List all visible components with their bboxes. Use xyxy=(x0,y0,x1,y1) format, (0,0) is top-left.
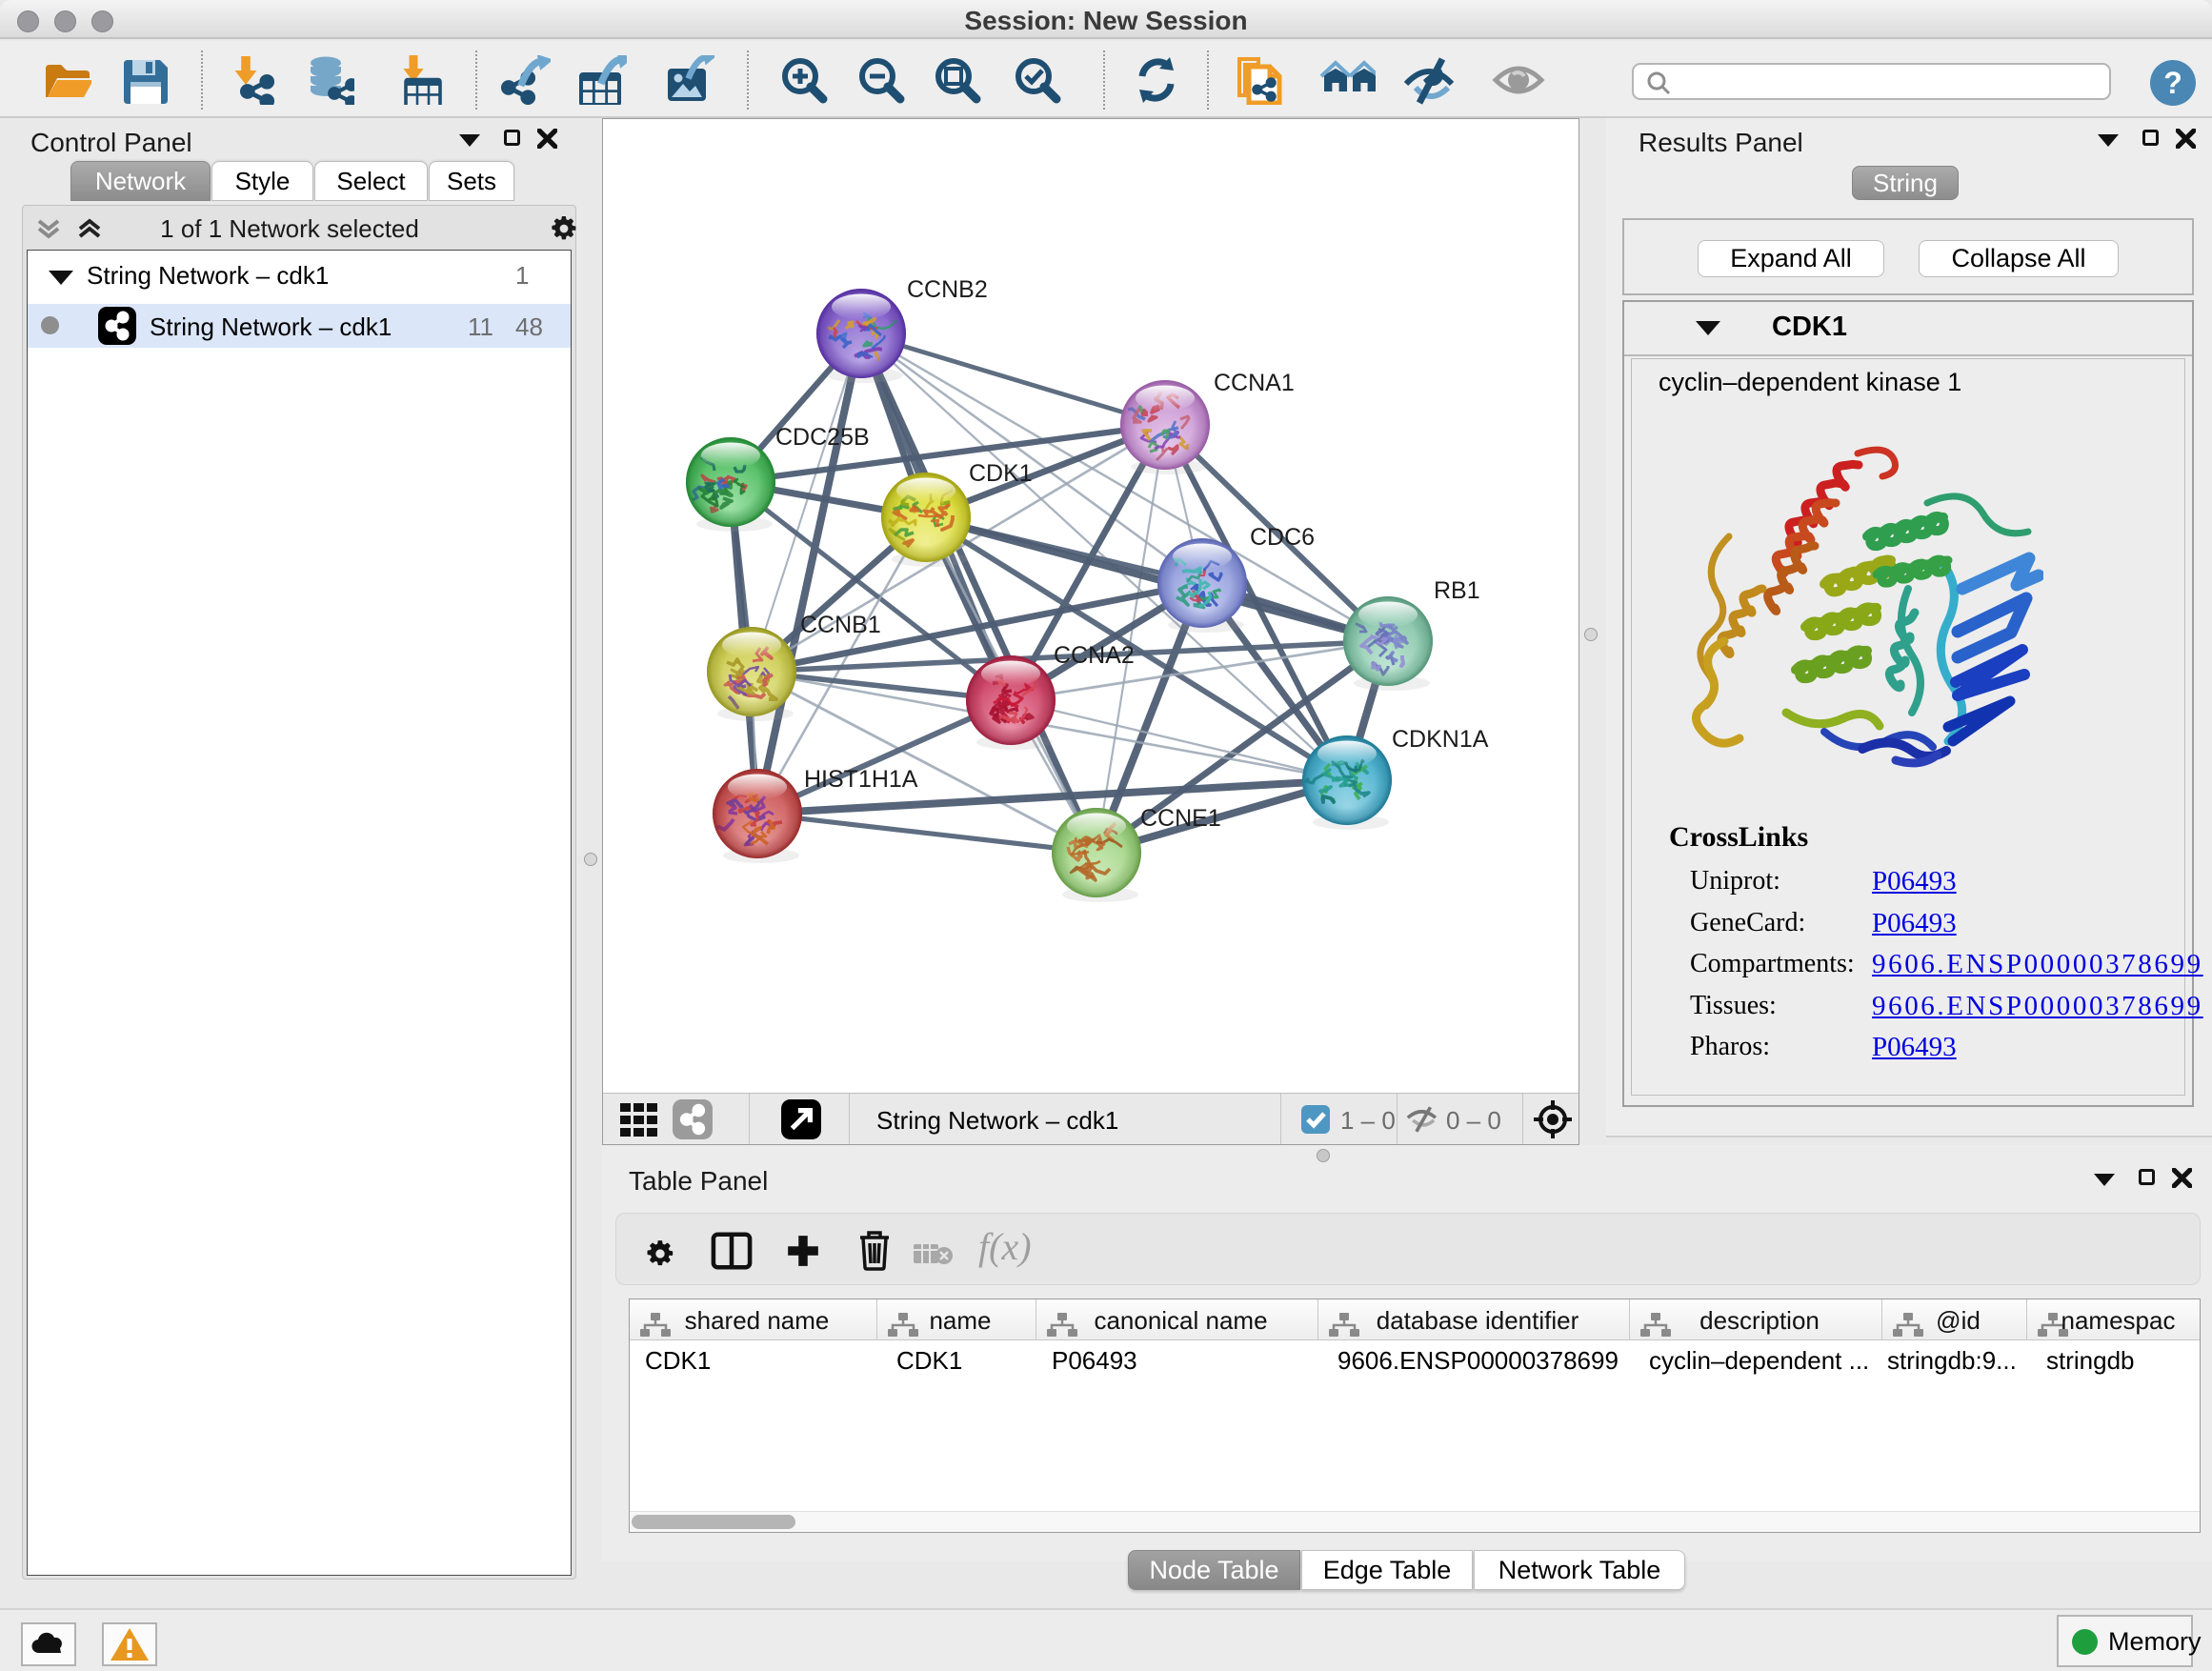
svg-text:CCNB1: CCNB1 xyxy=(800,612,881,638)
svg-text:CCNA1: CCNA1 xyxy=(1214,370,1295,396)
svg-text:CCNA2: CCNA2 xyxy=(1054,642,1135,669)
svg-text:RB1: RB1 xyxy=(1434,577,1480,604)
svg-text:CDC25B: CDC25B xyxy=(775,424,870,451)
svg-text:?: ? xyxy=(2163,66,2182,100)
svg-text:CDKN1A: CDKN1A xyxy=(1392,726,1489,753)
svg-text:CDC6: CDC6 xyxy=(1250,524,1315,551)
svg-text:CDK1: CDK1 xyxy=(969,460,1033,487)
svg-text:CCNE1: CCNE1 xyxy=(1140,805,1221,832)
svg-text:HIST1H1A: HIST1H1A xyxy=(804,766,918,793)
svg-text:CCNB2: CCNB2 xyxy=(907,276,988,303)
